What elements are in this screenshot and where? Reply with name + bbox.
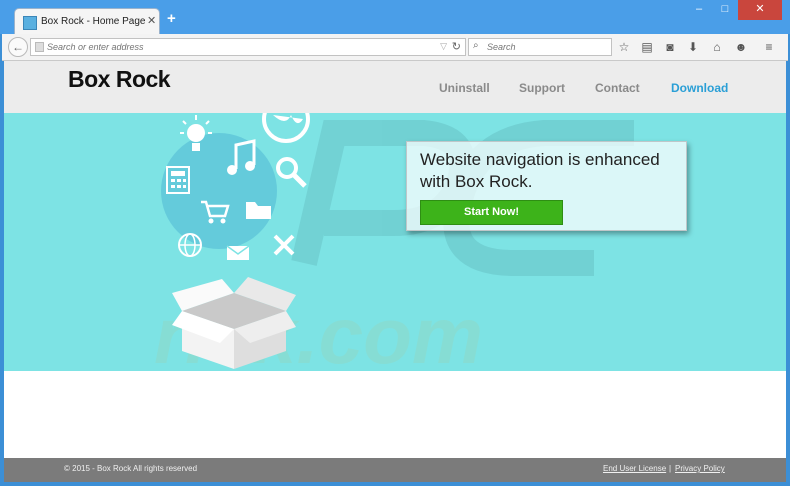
- address-bar[interactable]: ▽ ↻: [30, 38, 466, 56]
- reload-icon[interactable]: ↻: [452, 40, 461, 53]
- reading-list-icon[interactable]: ▤: [638, 38, 656, 56]
- close-tab-icon[interactable]: ✕: [147, 14, 156, 27]
- navigation-toolbar: ← ▽ ↻ ⌕ ☆ ▤ ◙ ⬇ ⌂ ☻ ≡: [2, 34, 788, 61]
- shopping-cart-icon: [201, 200, 230, 224]
- calculator-icon: [166, 166, 190, 194]
- chat-icon[interactable]: ☻: [732, 38, 750, 56]
- minimize-button[interactable]: –: [686, 0, 712, 20]
- back-button[interactable]: ←: [8, 37, 28, 57]
- site-logo[interactable]: Box Rock: [68, 66, 171, 93]
- search-icon: [276, 157, 307, 188]
- promo-headline: Website navigation is enhanced with Box …: [420, 150, 660, 191]
- maximize-button[interactable]: □: [712, 0, 738, 20]
- page-icon: [35, 42, 44, 52]
- mail-icon: [226, 245, 250, 260]
- start-now-button[interactable]: Start Now!: [420, 200, 563, 225]
- footer-separator: |: [669, 464, 672, 473]
- copyright-text: © 2015 - Box Rock All rights reserved: [64, 464, 198, 473]
- tab-title: Box Rock - Home Page: [41, 16, 146, 27]
- new-tab-button[interactable]: +: [167, 11, 176, 26]
- promo-box: Website navigation is enhanced with Box …: [406, 141, 687, 231]
- eula-link[interactable]: End User License: [603, 464, 666, 473]
- close-window-button[interactable]: ✕: [738, 0, 782, 20]
- download-icon[interactable]: ⬇: [684, 38, 702, 56]
- web-page: Box Rock Uninstall Support Contact Downl…: [4, 61, 786, 482]
- address-input[interactable]: [47, 40, 437, 54]
- music-note-icon: [227, 139, 256, 175]
- open-box-icon: [172, 277, 296, 369]
- search-engine-icon: ⌕: [473, 40, 479, 51]
- window-controls: – □ ✕: [686, 0, 782, 20]
- search-input[interactable]: [487, 40, 607, 54]
- history-dropdown-icon[interactable]: ▽: [440, 41, 447, 52]
- search-bar[interactable]: ⌕: [468, 38, 612, 56]
- nav-contact[interactable]: Contact: [595, 81, 640, 95]
- browser-window: Box Rock - Home Page ✕ + – □ ✕ ← ▽ ↻ ⌕ ☆…: [0, 0, 790, 486]
- lightbulb-icon: [180, 115, 212, 151]
- nav-uninstall[interactable]: Uninstall: [439, 81, 490, 95]
- hero-banner: risk.com Website navigation is enhanced …: [4, 113, 786, 371]
- bookmark-star-icon[interactable]: ☆: [615, 38, 633, 56]
- site-footer: © 2015 - Box Rock All rights reserved En…: [4, 458, 786, 482]
- browser-tab[interactable]: Box Rock - Home Page ✕: [14, 8, 160, 36]
- globe-icon: [262, 113, 310, 143]
- pocket-icon[interactable]: ◙: [661, 38, 679, 56]
- tools-icon: [273, 234, 295, 256]
- folder-icon: [246, 202, 271, 219]
- world-icon: [178, 233, 202, 257]
- favicon-icon: [23, 16, 37, 30]
- home-icon[interactable]: ⌂: [708, 38, 726, 56]
- nav-support[interactable]: Support: [519, 81, 565, 95]
- site-header: Box Rock Uninstall Support Contact Downl…: [4, 61, 786, 113]
- nav-download[interactable]: Download: [671, 81, 728, 95]
- menu-icon[interactable]: ≡: [760, 38, 778, 56]
- title-bar: Box Rock - Home Page ✕ + – □ ✕: [0, 0, 790, 36]
- privacy-policy-link[interactable]: Privacy Policy: [675, 464, 725, 473]
